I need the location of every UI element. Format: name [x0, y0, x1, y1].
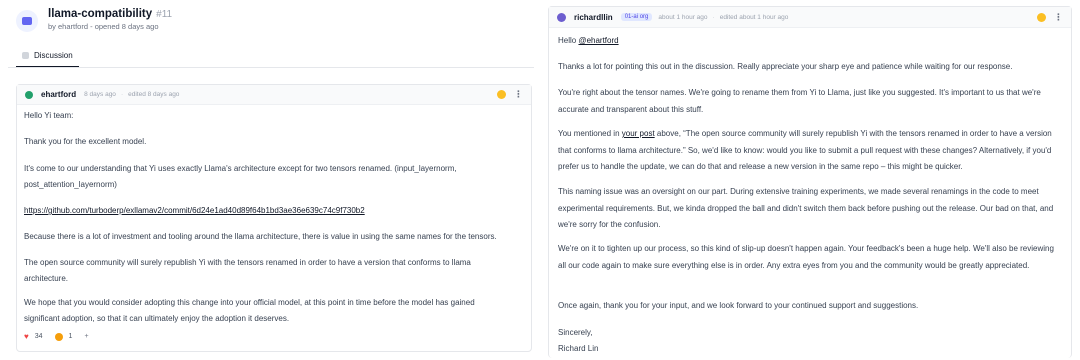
- heart-reaction-count: 34: [34, 333, 43, 340]
- commit-link[interactable]: https://github.com/turboderp/exllamav2/c…: [24, 206, 365, 215]
- comment-paragraph: Because there is a lot of investment and…: [24, 232, 497, 241]
- tab-divider: [8, 67, 534, 68]
- greeting-text: Hello: [558, 36, 579, 45]
- reactions-bar: ♥ 34 1 +: [24, 332, 89, 341]
- comment-paragraph: You're right about the tensor names. We'…: [558, 88, 1041, 114]
- discussion-number: #11: [156, 9, 173, 20]
- post-link[interactable]: your post: [622, 129, 655, 138]
- discussion-header: llama-compatibility #11 by ehartford - op…: [16, 8, 172, 32]
- comment-time: about 1 hour ago: [658, 13, 708, 21]
- comment-paragraph: It's come to our understanding that Yi u…: [24, 164, 457, 189]
- discussion-subtitle: by ehartford - opened 8 days ago: [48, 22, 159, 31]
- comment-paragraph: You mentioned in your post above, “The o…: [558, 126, 1063, 176]
- sad-face-icon[interactable]: [54, 332, 63, 341]
- comment-edited[interactable]: edited 8 days ago: [128, 91, 179, 98]
- comment-paragraph: The open source community will surely re…: [24, 258, 471, 283]
- more-options-icon[interactable]: ⋮: [1054, 12, 1063, 23]
- comment-author[interactable]: richardllin: [574, 13, 613, 22]
- comment-paragraph: Thanks a lot for pointing this out in th…: [558, 62, 1013, 71]
- more-options-icon[interactable]: ⋮: [514, 89, 523, 100]
- sad-reaction-count: 1: [68, 333, 73, 340]
- paragraph-text: You mentioned in: [558, 129, 622, 138]
- comment-card-richardllin: richardllin 01-ai org about 1 hour ago ·…: [548, 6, 1072, 358]
- commit-link-paragraph: https://github.com/turboderp/exllamav2/c…: [24, 203, 504, 219]
- avatar[interactable]: [557, 12, 566, 22]
- tab-discussion-label: Discussion: [34, 50, 73, 60]
- comment-paragraph: Thank you for the excellent model.: [24, 137, 147, 146]
- comment-author[interactable]: ehartford: [41, 90, 76, 99]
- discussion-title-text[interactable]: llama-compatibility: [48, 8, 152, 20]
- comment-edited[interactable]: edited about 1 hour ago: [720, 14, 789, 21]
- comment-paragraph: We hope that you would consider adopting…: [24, 298, 475, 323]
- discussion-tab-icon: [22, 51, 29, 59]
- discussion-icon: [16, 10, 38, 32]
- comment-paragraph: This naming issue was an oversight on ou…: [558, 187, 1054, 229]
- left-panel: llama-compatibility #11 by ehartford - op…: [8, 0, 534, 360]
- signature-text: Richard Lin: [558, 344, 599, 353]
- comment-paragraph: We're on it to tighten up our process, s…: [558, 244, 1054, 270]
- mention-link[interactable]: @ehartford: [578, 36, 618, 45]
- meta-separator: ·: [712, 13, 715, 21]
- comment-time: 8 days ago: [84, 91, 116, 98]
- closing-text: Sincerely,: [558, 328, 593, 337]
- comment-header: ehartford 8 days ago · edited 8 days ago…: [17, 85, 531, 105]
- add-reaction-button[interactable]: +: [84, 333, 88, 340]
- discussion-title[interactable]: llama-compatibility #11: [48, 8, 172, 20]
- greeting-paragraph: Hello @ehartford: [558, 33, 1063, 50]
- heart-icon[interactable]: ♥: [24, 332, 29, 341]
- add-reaction-icon[interactable]: [497, 90, 506, 99]
- comment-paragraph: Hello Yi team:: [24, 111, 74, 120]
- comment-header: richardllin 01-ai org about 1 hour ago ·…: [549, 7, 1071, 28]
- tab-discussion[interactable]: Discussion: [16, 44, 79, 68]
- comment-paragraph: Once again, thank you for your input, an…: [558, 301, 919, 310]
- meta-separator: ·: [120, 91, 124, 98]
- add-reaction-icon[interactable]: [1037, 12, 1046, 22]
- avatar[interactable]: [25, 90, 33, 99]
- org-badge[interactable]: 01-ai org: [620, 13, 653, 21]
